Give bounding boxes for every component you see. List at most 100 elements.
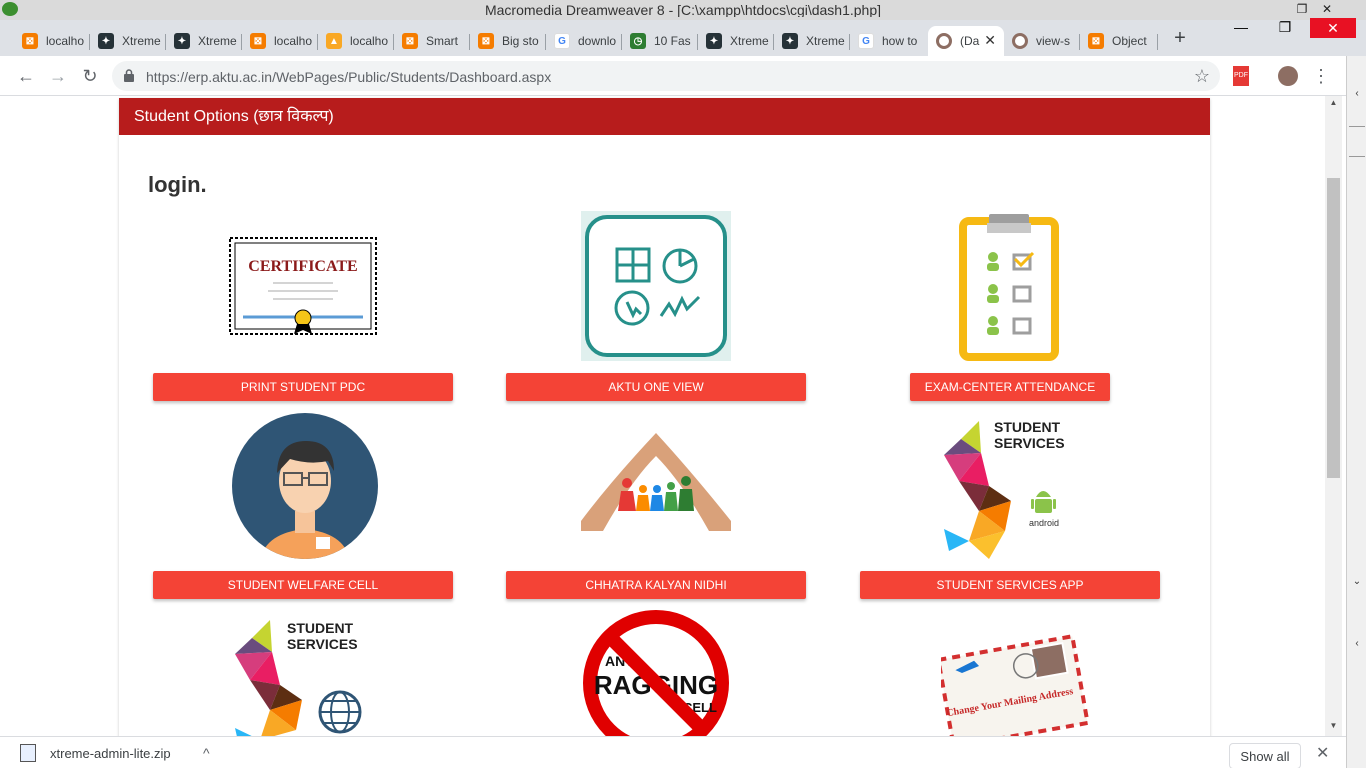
browser-tab[interactable]: view-s [1004,26,1080,56]
chhatra-kalyan-nidhi-button[interactable]: CHHATRA KALYAN NIDHI [506,571,806,599]
chevron-up-icon[interactable]: ^ [203,745,210,761]
student-services-android-icon[interactable]: STUDENT SERVICES android [939,411,1089,561]
tab-label: Xtreme [198,34,237,48]
browser-tab[interactable]: ▲ localho [318,26,394,56]
strip-mark: ‹ [1355,638,1359,649]
back-button[interactable]: ← [14,64,38,88]
download-bar: xtreme-admin-lite.zip ^ Show all ✕ [0,736,1346,768]
menu-kebab-icon[interactable]: ⋮ [1312,66,1330,86]
maximize-button[interactable]: ❐ [1270,20,1300,36]
browser-tab[interactable]: ✦ Xtreme [90,26,166,56]
student-services-web-icon[interactable]: STUDENT SERVICES [230,618,380,736]
page-heading: login. [148,172,207,197]
browser-tab-active[interactable]: (Da ✕ [928,26,1004,56]
aktu-icon [1012,33,1028,49]
family-hands-icon[interactable] [581,411,731,561]
tab-label: Xtreme [122,34,161,48]
new-tab-button[interactable]: + [1170,28,1190,48]
logo-line2: SERVICES [287,636,358,652]
zip-file-icon [20,744,36,762]
url-text[interactable]: https://erp.aktu.ac.in/WebPages/Public/S… [146,69,551,85]
attendance-clipboard-icon[interactable] [941,211,1091,361]
browser-tab[interactable]: ⊠ Smart [394,26,470,56]
close-download-bar-icon[interactable]: ✕ [1316,743,1329,763]
xampp-icon: ⊠ [478,33,494,49]
aktu-icon [936,33,952,49]
google-icon: G [858,33,874,49]
window-close-small-button[interactable]: ✕ [1315,0,1339,18]
certificate-text: CERTIFICATE [248,258,357,275]
android-logo-text: android [1029,518,1059,528]
tab-label: downlo [578,34,617,48]
background-window-strip: ‹ ⌄ ‹ [1346,56,1366,768]
profile-avatar[interactable] [1278,66,1298,86]
xampp-icon: ⊠ [250,33,266,49]
strip-mark [1349,126,1365,138]
print-student-pdc-button[interactable]: PRINT STUDENT PDC [153,373,453,401]
browser-tab[interactable]: ✦ Xtreme [698,26,774,56]
xtreme-icon: ✦ [98,33,114,49]
browser-tab-strip: ⊠ localho ✦ Xtreme ✦ Xtreme ⊠ localho ▲ … [0,20,1366,56]
browser-tab[interactable]: ◷ 10 Fas [622,26,698,56]
strip-mark: ‹ [1355,88,1359,99]
tab-label: Xtreme [730,34,769,48]
xtreme-icon: ✦ [706,33,722,49]
show-all-button[interactable]: Show all [1229,743,1301,768]
google-icon: G [554,33,570,49]
scroll-down-arrow[interactable]: ▼ [1325,719,1342,733]
student-welfare-cell-button[interactable]: STUDENT WELFARE CELL [153,571,453,599]
tab-label: localho [350,34,389,48]
browser-tab[interactable]: ✦ Xtreme [166,26,242,56]
browser-toolbar: ← → ↻ https://erp.aktu.ac.in/WebPages/Pu… [0,56,1346,96]
certificate-icon[interactable]: CERTIFICATE [228,211,378,361]
logo-line1: STUDENT [994,419,1061,435]
tab-label: Object [1112,34,1147,48]
download-filename[interactable]: xtreme-admin-lite.zip [50,746,171,761]
tab-label: localho [46,34,85,48]
browser-tab[interactable]: ⊠ localho [242,26,318,56]
timer-icon: ◷ [630,33,646,49]
tab-label: localho [274,34,313,48]
student-services-app-button[interactable]: STUDENT SERVICES APP [860,571,1160,599]
exam-center-attendance-button[interactable]: EXAM-CENTER ATTENDANCE [910,373,1110,401]
card-header: Student Options (छात्र विकल्प) [119,98,1210,135]
strip-mark: ⌄ [1352,576,1362,587]
browser-tab[interactable]: G downlo [546,26,622,56]
phpmyadmin-icon: ▲ [326,33,342,49]
aktu-one-view-button[interactable]: AKTU ONE VIEW [506,373,806,401]
forward-button[interactable]: → [46,64,70,88]
scrollbar-thumb[interactable] [1327,178,1340,478]
xtreme-icon: ✦ [174,33,190,49]
tab-label: Xtreme [806,34,845,48]
xtreme-icon: ✦ [782,33,798,49]
download-item[interactable]: xtreme-admin-lite.zip [20,741,171,765]
scroll-up-arrow[interactable]: ▲ [1325,96,1342,110]
xampp-icon: ⊠ [402,33,418,49]
strip-mark [1349,156,1365,168]
pdf-extension-icon[interactable]: PDF [1233,66,1249,86]
student-avatar-icon[interactable] [230,411,380,561]
tab-label: how to [882,34,918,48]
tab-label: 10 Fas [654,34,691,48]
address-bar[interactable]: https://erp.aktu.ac.in/WebPages/Public/S… [112,61,1220,91]
browser-tab[interactable]: G how to [850,26,928,56]
anti-ragging-icon[interactable]: ANTI RAGGING CELL [581,608,731,736]
close-button[interactable]: ✕ [1310,18,1356,38]
minimize-button[interactable]: — [1226,20,1256,36]
tab-label: Big sto [502,34,539,48]
browser-tab[interactable]: ⊠ Big sto [470,26,546,56]
reload-button[interactable]: ↻ [78,64,102,88]
browser-tab[interactable]: ⊠ Object [1080,26,1158,56]
tab-label: Smart [426,34,459,48]
browser-tab[interactable]: ✦ Xtreme [774,26,850,56]
page-scrollbar[interactable]: ▲ ▼ [1325,96,1342,736]
mailing-address-icon[interactable]: Change Your Mailing Address [941,622,1091,736]
browser-tab[interactable]: ⊠ localho [14,26,90,56]
tab-close-icon[interactable]: ✕ [984,32,996,49]
window-restore-button[interactable]: ❐ [1290,0,1314,18]
student-options-card: Student Options (छात्र विकल्प) login. CE… [119,98,1210,736]
lock-icon [124,69,134,82]
bookmark-star-icon[interactable]: ☆ [1194,66,1210,87]
dashboard-icon[interactable] [581,211,731,361]
tab-label: (Da [960,34,980,48]
